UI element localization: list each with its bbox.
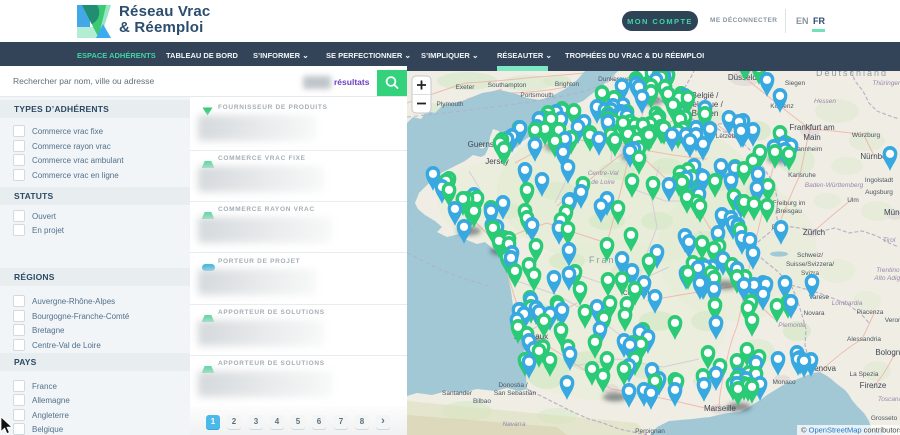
svg-text:Piacenza: Piacenza <box>857 309 884 316</box>
svg-text:Firenze: Firenze <box>860 381 887 390</box>
svg-text:Baden-Württemberg: Baden-Württemberg <box>805 182 864 189</box>
svg-text:Bilbao: Bilbao <box>473 398 491 405</box>
svg-text:België /: België / <box>692 91 719 100</box>
svg-text:Southampton: Southampton <box>488 82 527 89</box>
svg-text:Centre-Val: Centre-Val <box>588 170 619 177</box>
svg-text:Zürich: Zürich <box>803 228 825 237</box>
svg-text:Portsmouth: Portsmouth <box>520 92 554 99</box>
svg-text:San Sebastián: San Sebastián <box>494 390 537 397</box>
svg-text:Exeter: Exeter <box>456 84 476 91</box>
svg-text:Thüringen: Thüringen <box>872 80 900 87</box>
svg-text:Perpignan: Perpignan <box>635 428 665 435</box>
svg-text:Main: Main <box>803 133 820 142</box>
svg-text:de Loire: de Loire <box>591 179 615 186</box>
svg-text:Deutschland: Deutschland <box>816 71 888 78</box>
svg-text:Piemonte: Piemonte <box>778 322 806 329</box>
svg-text:Novara: Novara <box>804 310 825 317</box>
svg-text:Frankfurt am: Frankfurt am <box>789 123 835 132</box>
svg-text:Münch: Münch <box>884 208 900 217</box>
svg-text:Toscana: Toscana <box>878 396 900 403</box>
svg-text:Hessen: Hessen <box>814 98 836 105</box>
svg-text:Navarra: Navarra <box>502 421 526 428</box>
svg-text:Siegen: Siegen <box>785 80 806 87</box>
svg-text:Bologna: Bologna <box>875 348 900 357</box>
svg-text:Santander: Santander <box>442 390 473 397</box>
svg-text:Grosseto: Grosseto <box>871 415 898 422</box>
svg-text:Freiburg im: Freiburg im <box>773 200 806 207</box>
svg-text:La Spezia: La Spezia <box>850 371 879 378</box>
svg-text:Breisgau: Breisgau <box>776 208 802 215</box>
svg-text:Verona: Verona <box>885 317 900 324</box>
svg-text:Lombardia: Lombardia <box>832 300 863 307</box>
svg-text:Brighton: Brighton <box>555 81 580 88</box>
svg-text:Donostia /: Donostia / <box>498 382 527 389</box>
svg-text:Suisse/Svizzera/: Suisse/Svizzera/ <box>786 261 834 268</box>
svg-text:Ulm: Ulm <box>847 197 859 204</box>
svg-text:Alto Adige: Alto Adige <box>873 275 900 282</box>
svg-text:Schweiz/: Schweiz/ <box>797 252 823 259</box>
svg-text:Trentino-: Trentino- <box>876 267 900 274</box>
svg-text:Augsburg: Augsburg <box>865 189 893 196</box>
svg-text:Alessandria: Alessandria <box>847 336 881 343</box>
svg-text:© OpenStreetMap contributors: © OpenStreetMap contributors <box>801 426 900 435</box>
svg-text:Plymouth: Plymouth <box>436 101 463 108</box>
svg-text:Ingolstadt: Ingolstadt <box>865 177 893 184</box>
svg-text:Würzburg: Würzburg <box>852 132 881 139</box>
svg-text:Tirol: Tirol <box>883 237 896 244</box>
svg-text:Monaco: Monaco <box>772 379 796 386</box>
svg-text:Karlsruhe: Karlsruhe <box>788 172 816 179</box>
